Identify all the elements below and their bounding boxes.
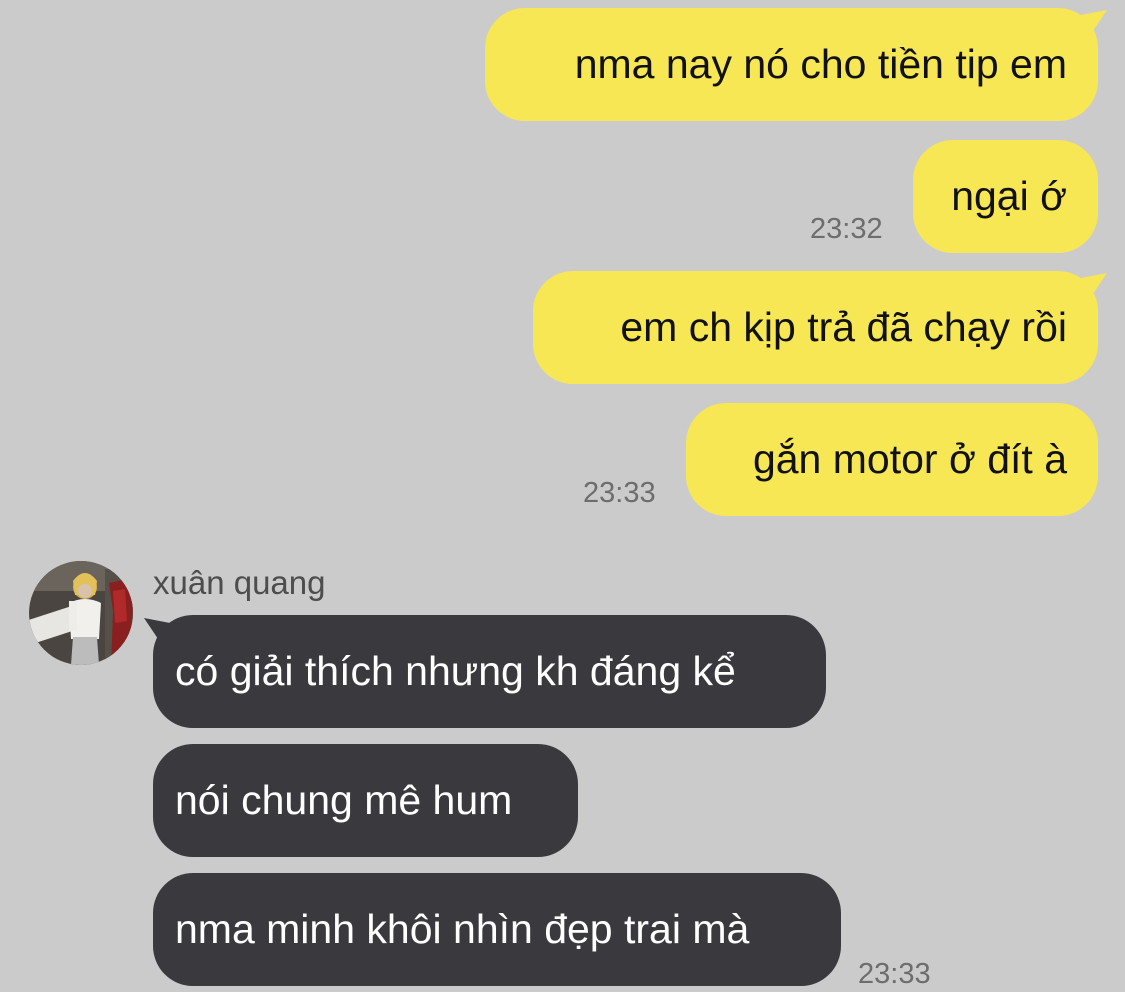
message-text: có giải thích nhưng kh đáng kể — [175, 648, 736, 694]
avatar[interactable] — [29, 561, 133, 665]
message-text: gắn motor ở đít à — [752, 436, 1067, 482]
message-text: nói chung mê hum — [175, 777, 513, 823]
message-text: em ch kịp trả đã chạy rồi — [620, 304, 1067, 350]
message-text: nma nay nó cho tiền tip em — [574, 41, 1067, 87]
message-timestamp: 23:33 — [583, 477, 656, 509]
incoming-message[interactable]: nma minh khôi nhìn đẹp trai mà — [153, 873, 841, 986]
outgoing-message[interactable]: em ch kịp trả đã chạy rồi — [533, 271, 1098, 384]
incoming-message[interactable]: có giải thích nhưng kh đáng kể — [153, 615, 826, 728]
outgoing-message[interactable]: nma nay nó cho tiền tip em — [485, 8, 1098, 121]
incoming-message[interactable]: nói chung mê hum — [153, 744, 578, 857]
outgoing-message[interactable]: ngại ớ — [913, 140, 1098, 253]
sender-name: xuân quang — [153, 564, 326, 601]
message-timestamp: 23:33 — [858, 958, 931, 990]
message-text: nma minh khôi nhìn đẹp trai mà — [175, 906, 750, 952]
message-text: ngại ớ — [951, 173, 1067, 219]
profile-photo-icon — [29, 561, 133, 665]
outgoing-message[interactable]: gắn motor ở đít à — [686, 403, 1098, 516]
message-timestamp: 23:32 — [810, 213, 883, 245]
